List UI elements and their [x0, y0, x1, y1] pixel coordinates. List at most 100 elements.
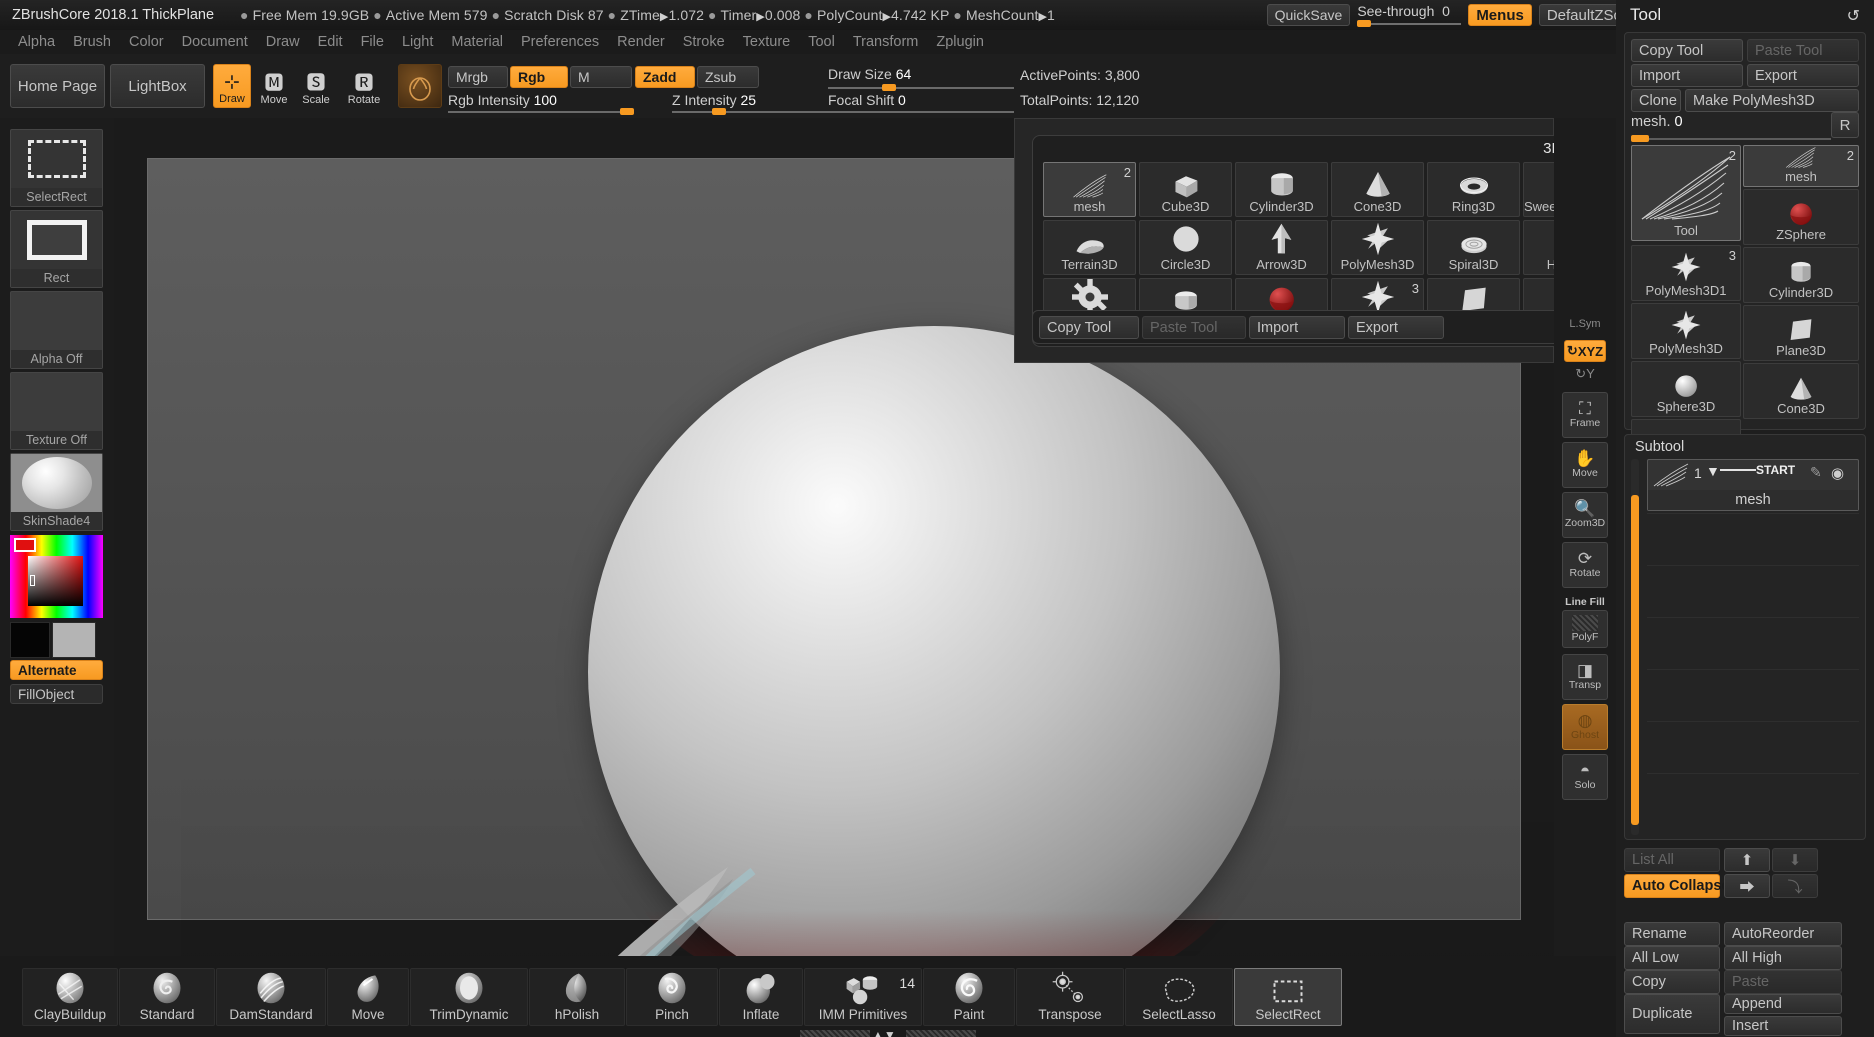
sidebar-item-selectrect[interactable]: SelectRect [10, 129, 103, 207]
popup-import-button[interactable]: Import [1249, 316, 1345, 339]
paste-button[interactable]: Paste [1724, 970, 1842, 994]
sidebar-item-alpha[interactable]: Alpha Off [10, 291, 103, 369]
mesh-slider[interactable]: mesh. 0 [1631, 114, 1805, 138]
brush-paint[interactable]: Paint [923, 968, 1015, 1026]
mesh-item-arrow3d[interactable]: Arrow3D [1235, 220, 1328, 275]
brush-selectlasso[interactable]: SelectLasso [1125, 968, 1233, 1026]
rgb-intensity-track[interactable] [448, 111, 634, 113]
mesh-popup-actions[interactable]: Copy ToolPaste ToolImportExport [1032, 310, 1632, 344]
brush-selectrect[interactable]: SelectRect [1234, 968, 1342, 1026]
autoreorder-button[interactable]: AutoReorder [1724, 922, 1842, 946]
drag-handle-right[interactable] [906, 1030, 976, 1037]
brush-pinch[interactable]: Pinch [626, 968, 718, 1026]
mrgb-button[interactable]: Mrgb [448, 66, 508, 88]
subtool-empty-row[interactable] [1647, 617, 1859, 669]
menu-alpha[interactable]: Alpha [10, 32, 63, 52]
z-intensity-knob[interactable] [712, 108, 726, 115]
secondary-color-swatch[interactable] [52, 622, 96, 658]
subtool-empty-row[interactable] [1647, 565, 1859, 617]
mesh-item-ring3d[interactable]: Ring3D [1427, 162, 1520, 217]
subtool-empty-row[interactable] [1647, 773, 1859, 825]
rgb-button[interactable]: Rgb [510, 66, 568, 88]
mesh-item-spiral3d[interactable]: Spiral3D [1427, 220, 1520, 275]
brush-claybuildup[interactable]: ClayBuildup [22, 968, 118, 1026]
rotate-view-button[interactable]: ⟳ Rotate [1562, 542, 1608, 588]
copy-tool-button[interactable]: Copy Tool [1631, 39, 1743, 62]
mesh-slider-r-button[interactable]: R [1831, 112, 1859, 138]
arrow-up-icon[interactable]: ⬆ [1724, 848, 1770, 872]
eye-icon[interactable]: ◉ [1831, 464, 1844, 482]
popup-export-button[interactable]: Export [1348, 316, 1444, 339]
tool-item-cone3d[interactable]: Cone3D [1743, 363, 1859, 419]
move-view-button[interactable]: ✋ Move [1562, 442, 1608, 488]
polyf-button[interactable]: PolyF [1562, 610, 1608, 648]
mesh-item-cylinder3d[interactable]: Cylinder3D [1235, 162, 1328, 217]
solo-button[interactable]: ◓ Solo [1562, 754, 1608, 800]
arrow-down-turn-icon[interactable]: ⤵ [1772, 874, 1818, 898]
sidebar-item-texture[interactable]: Texture Off [10, 372, 103, 450]
menu-brush[interactable]: Brush [65, 32, 119, 52]
mesh-item-mesh[interactable]: 2 mesh [1043, 162, 1136, 217]
menu-document[interactable]: Document [174, 32, 256, 52]
zadd-button[interactable]: Zadd [635, 66, 695, 88]
zsub-button[interactable]: Zsub [697, 66, 759, 88]
menu-material[interactable]: Material [443, 32, 511, 52]
arrow-right-turn-icon[interactable]: ⮕ [1724, 874, 1770, 898]
tool-item-polymesh3d1[interactable]: 3PolyMesh3D1 [1631, 245, 1741, 301]
clone-button[interactable]: Clone [1631, 89, 1681, 112]
quicksave-button[interactable]: QuickSave [1267, 4, 1351, 26]
brush-trimdynamic[interactable]: TrimDynamic [410, 968, 528, 1026]
menu-light[interactable]: Light [394, 32, 441, 52]
brush-icon[interactable]: ✎ [1810, 464, 1822, 481]
menus-toggle-button[interactable]: Menus [1468, 4, 1532, 26]
arrow-down-icon[interactable]: ⬇ [1772, 848, 1818, 872]
y-axis-button[interactable]: ↻Y [1554, 366, 1616, 382]
ghost-button[interactable]: ◍ Ghost [1562, 704, 1608, 750]
brush-hpolish[interactable]: hPolish [529, 968, 625, 1026]
rotate-mode-button[interactable]: 🆁 Rotate [345, 64, 383, 108]
see-through-slider[interactable]: See-through 0 [1357, 3, 1461, 27]
menu-file[interactable]: File [353, 32, 392, 52]
drag-handle-left[interactable] [800, 1030, 870, 1037]
all-low-button[interactable]: All Low [1624, 946, 1720, 970]
home-page-button[interactable]: Home Page [10, 64, 105, 108]
all-high-button[interactable]: All High [1724, 946, 1842, 970]
brush-transpose[interactable]: Transpose [1016, 968, 1124, 1026]
draw-mode-button[interactable]: ⊹ Draw [213, 64, 251, 108]
current-tool-thumb[interactable]: 2 Tool [1631, 145, 1741, 241]
popup-paste-tool-button[interactable]: Paste Tool [1142, 316, 1246, 339]
menu-stroke[interactable]: Stroke [675, 32, 733, 52]
m-button[interactable]: M [570, 66, 632, 88]
brush-move[interactable]: Move [327, 968, 409, 1026]
mesh-item-polymesh3d[interactable]: PolyMesh3D [1331, 220, 1424, 275]
z-intensity-track[interactable] [672, 111, 832, 113]
auto-collapse-button[interactable]: Auto Collapse [1624, 874, 1720, 898]
menu-draw[interactable]: Draw [258, 32, 308, 52]
paste-tool-button[interactable]: Paste Tool [1747, 39, 1859, 62]
import-button[interactable]: Import [1631, 64, 1743, 87]
menu-edit[interactable]: Edit [310, 32, 351, 52]
duplicate-button[interactable]: Duplicate [1624, 994, 1720, 1034]
color-picker-sv[interactable] [28, 556, 83, 606]
brush-inflate[interactable]: Inflate [719, 968, 803, 1026]
brush-imm-primitives[interactable]: 14 IMM Primitives [804, 968, 922, 1026]
mesh-item-terrain3d[interactable]: Terrain3D [1043, 220, 1136, 275]
lightbox-button[interactable]: LightBox [110, 64, 205, 108]
mesh-item-cone3d[interactable]: Cone3D [1331, 162, 1424, 217]
menu-texture[interactable]: Texture [735, 32, 799, 52]
brush-damstandard[interactable]: DamStandard [216, 968, 326, 1026]
scale-mode-button[interactable]: 🆂 Scale [297, 64, 335, 108]
color-picker-hue[interactable] [10, 535, 103, 618]
sidebar-item-material[interactable]: SkinShade4 [10, 453, 103, 531]
subtool-empty-row[interactable] [1647, 669, 1859, 721]
brush-standard[interactable]: Standard [119, 968, 215, 1026]
see-through-knob[interactable] [1357, 20, 1371, 27]
subtool-scroll-thumb[interactable] [1631, 495, 1639, 825]
brush-row[interactable]: ClayBuildup Standard DamStandard Move Tr… [22, 956, 1322, 1037]
fill-object-button[interactable]: FillObject [10, 684, 103, 704]
tool-item-plane3d[interactable]: Plane3D [1743, 305, 1859, 361]
mesh-item-circle3d[interactable]: Circle3D [1139, 220, 1232, 275]
list-all-button[interactable]: List All [1624, 848, 1720, 872]
canvas-area[interactable]: 3D Meshes 2 meshCube3DCylinder3DCone3DRi… [114, 118, 1554, 956]
export-button[interactable]: Export [1747, 64, 1859, 87]
